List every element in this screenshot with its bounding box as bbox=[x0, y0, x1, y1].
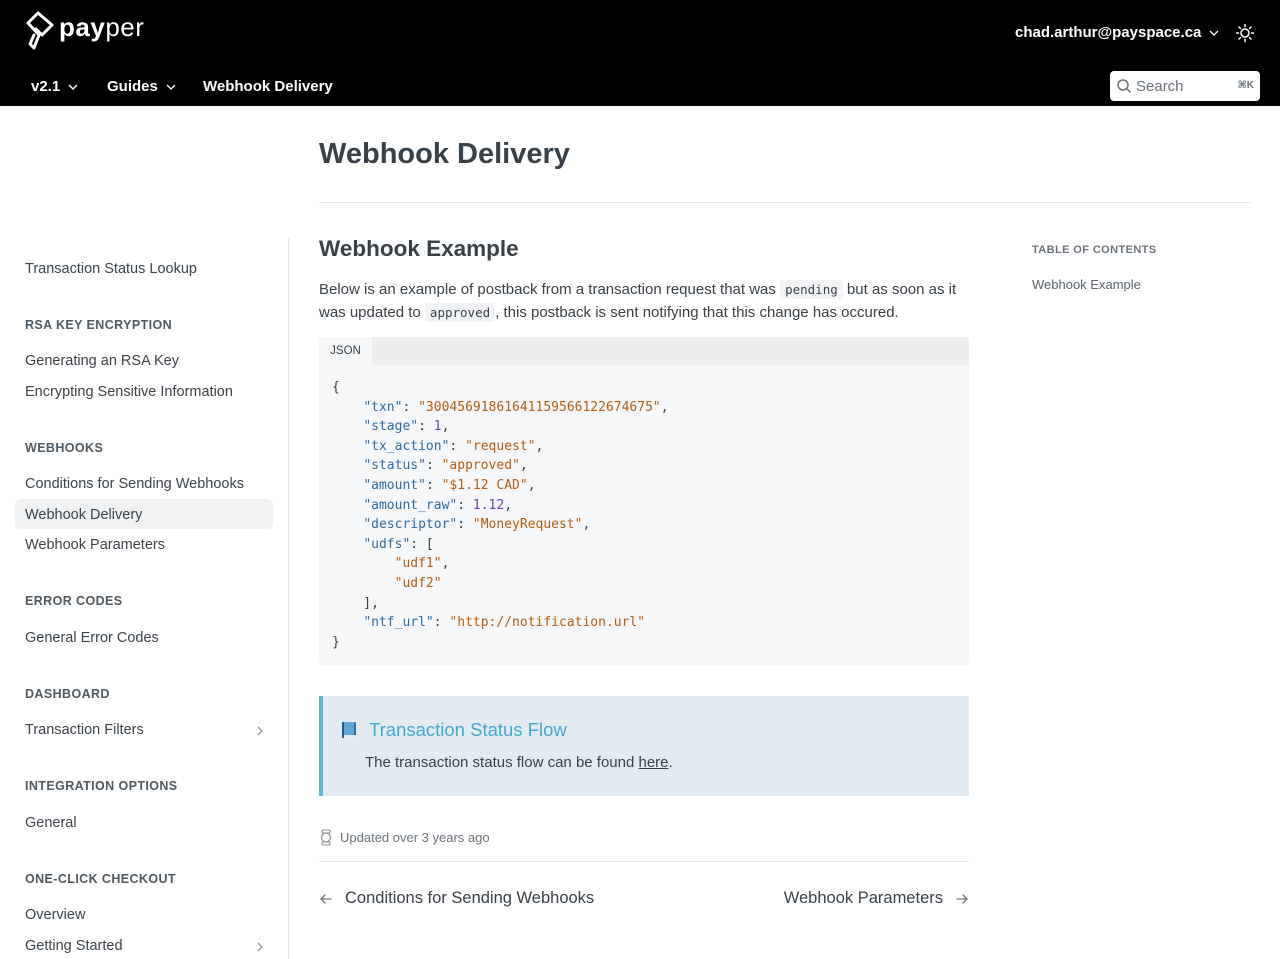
search-shortcut: ⌘K bbox=[1237, 80, 1255, 91]
sidebar-item-getting-started[interactable]: Getting Started bbox=[25, 938, 123, 954]
prev-page-link[interactable]: Conditions for Sending Webhooks bbox=[319, 889, 594, 908]
callout-body: The transaction status flow can be found… bbox=[365, 754, 673, 771]
search-icon bbox=[1117, 79, 1131, 93]
book-icon bbox=[342, 722, 356, 738]
sidebar-item-general[interactable]: General bbox=[25, 815, 77, 831]
guides-menu[interactable]: Guides bbox=[107, 78, 176, 95]
code-tab-json[interactable]: JSON bbox=[319, 337, 372, 365]
chevron-down-icon bbox=[68, 83, 78, 90]
brand-name: payper bbox=[59, 11, 145, 42]
sidebar-item-webhook-parameters[interactable]: Webhook Parameters bbox=[25, 537, 165, 553]
user-email: chad.arthur@payspace.ca bbox=[1015, 24, 1202, 41]
search-placeholder: Search bbox=[1136, 77, 1184, 95]
toc-heading: TABLE OF CONTENTS bbox=[1032, 244, 1157, 256]
sidebar: Transaction Status Lookup RSA KEY ENCRYP… bbox=[0, 238, 289, 959]
watch-icon bbox=[320, 829, 332, 846]
code-tab-bar: JSON bbox=[319, 337, 969, 365]
inline-code-pending: pending bbox=[780, 280, 843, 299]
callout-title: Transaction Status Flow bbox=[339, 719, 567, 741]
updated-timestamp: Updated over 3 years ago bbox=[319, 829, 490, 846]
sidebar-item-general-error-codes[interactable]: General Error Codes bbox=[25, 630, 159, 646]
intro-paragraph: Below is an example of postback from a t… bbox=[319, 280, 957, 322]
sidebar-item-transaction-status-lookup[interactable]: Transaction Status Lookup bbox=[25, 261, 197, 277]
here-link[interactable]: here bbox=[639, 754, 669, 771]
divider bbox=[319, 861, 969, 862]
sidebar-heading-rsa-key-encryption: RSA KEY ENCRYPTION bbox=[25, 318, 173, 332]
user-menu[interactable]: chad.arthur@payspace.ca bbox=[1015, 24, 1219, 41]
sidebar-item-conditions-for-sending-webhooks[interactable]: Conditions for Sending Webhooks bbox=[25, 476, 244, 492]
sidebar-item-webhook-delivery[interactable]: Webhook Delivery bbox=[25, 507, 142, 523]
sidebar-item-generating-rsa-key[interactable]: Generating an RSA Key bbox=[25, 353, 179, 369]
search-input[interactable]: Search ⌘K bbox=[1110, 71, 1260, 101]
sidebar-heading-error-codes: ERROR CODES bbox=[25, 594, 123, 608]
sun-icon[interactable] bbox=[1235, 23, 1255, 43]
inline-code-approved: approved bbox=[424, 303, 496, 322]
page-title: Webhook Delivery bbox=[319, 138, 570, 170]
breadcrumb-current-page[interactable]: Webhook Delivery bbox=[203, 78, 333, 95]
chevron-down-icon bbox=[166, 84, 176, 90]
chevron-right-icon[interactable] bbox=[255, 726, 265, 736]
version-selector[interactable]: v2.1 bbox=[31, 78, 78, 95]
sidebar-heading-integration-options: INTEGRATION OPTIONS bbox=[25, 779, 178, 793]
sidebar-item-transaction-filters[interactable]: Transaction Filters bbox=[25, 722, 144, 738]
info-callout: Transaction Status Flow The transaction … bbox=[319, 696, 969, 796]
top-header: payper chad.arthur@payspace.ca v2.1 Guid… bbox=[0, 0, 1280, 106]
chevron-down-icon bbox=[1209, 30, 1219, 36]
payper-logo[interactable]: payper bbox=[25, 11, 144, 51]
sidebar-heading-dashboard: DASHBOARD bbox=[25, 687, 110, 701]
arrow-right-icon bbox=[956, 893, 968, 904]
sidebar-item-overview[interactable]: Overview bbox=[25, 907, 85, 923]
section-heading: Webhook Example bbox=[319, 236, 519, 261]
chevron-right-icon[interactable] bbox=[255, 942, 265, 952]
json-code: { "txn": "30045691861641159566122674675"… bbox=[332, 380, 669, 650]
sidebar-heading-one-click-checkout: ONE-CLICK CHECKOUT bbox=[25, 872, 176, 886]
sidebar-heading-webhooks: WEBHOOKS bbox=[25, 441, 104, 455]
divider bbox=[319, 202, 1250, 203]
toc-item-webhook-example[interactable]: Webhook Example bbox=[1032, 277, 1141, 292]
code-block: JSON { "txn": "3004569186164115956612267… bbox=[319, 337, 969, 665]
next-page-link[interactable]: Webhook Parameters bbox=[784, 889, 969, 908]
payper-logo-icon bbox=[26, 11, 54, 50]
arrow-left-icon bbox=[320, 893, 332, 904]
sidebar-item-encrypting-sensitive-information[interactable]: Encrypting Sensitive Information bbox=[25, 384, 233, 400]
